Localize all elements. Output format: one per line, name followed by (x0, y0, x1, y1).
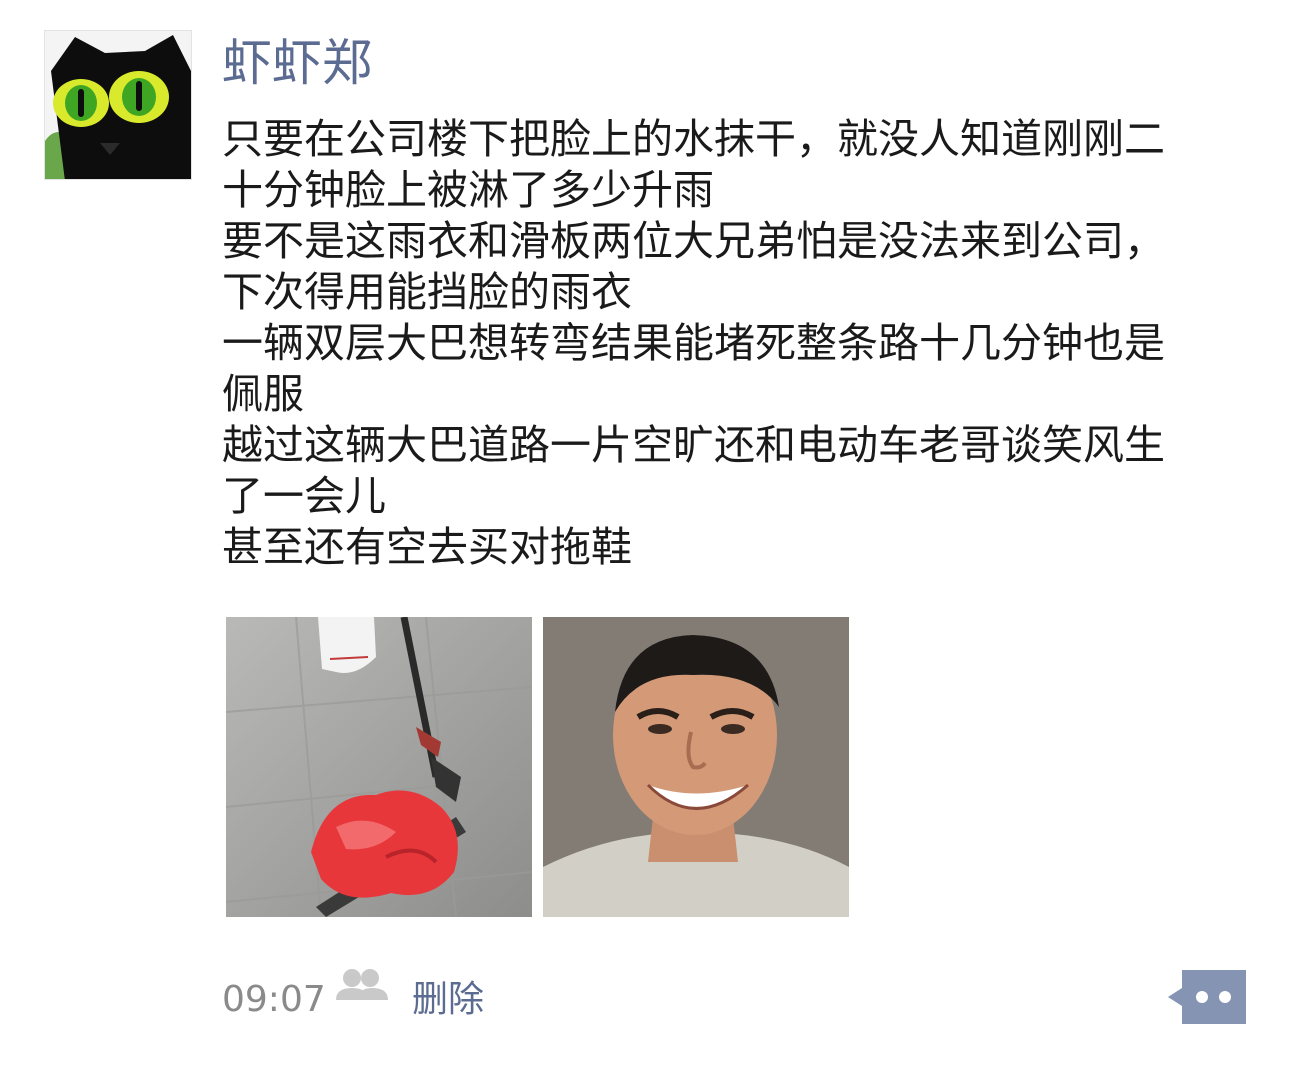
post-text-line: 下次得用能挡脸的雨衣 (222, 268, 632, 316)
post-text-line: 一辆双层大巴想转弯结果能堵死整条路十几分钟也是 (222, 319, 1165, 367)
post-text-line: 甚至还有空去买对拖鞋 (222, 523, 632, 571)
smiling-man-photo[interactable] (543, 617, 849, 917)
post-text-line: 了一会儿 (222, 472, 386, 520)
post-text-line: 十分钟脸上被淋了多少升雨 (222, 166, 714, 214)
post-text-line: 要不是这雨衣和滑板两位大兄弟怕是没法来到公司， (222, 217, 1165, 265)
friends-icon[interactable] (332, 966, 392, 1006)
comment-dots-icon (1168, 970, 1246, 1024)
scooter-raincoat-photo[interactable] (226, 617, 532, 917)
comment-button[interactable] (1168, 968, 1248, 1026)
avatar[interactable] (44, 30, 192, 180)
post-time: 09:07 (222, 979, 326, 1020)
username[interactable]: 虾虾郑 (222, 33, 372, 93)
black-cat-avatar-icon (45, 31, 191, 179)
post-text-line: 佩服 (222, 370, 304, 418)
delete-link[interactable]: 删除 (412, 978, 484, 1022)
post-text-line: 越过这辆大巴道路一片空旷还和电动车老哥谈笑风生 (222, 421, 1165, 469)
post-footer: 09:07 删除 (222, 968, 1252, 1028)
post-text-line: 只要在公司楼下把脸上的水抹干，就没人知道刚刚二 (222, 115, 1165, 163)
post-text: 只要在公司楼下把脸上的水抹干，就没人知道刚刚二 十分钟脸上被淋了多少升雨 要不是… (222, 114, 1242, 573)
